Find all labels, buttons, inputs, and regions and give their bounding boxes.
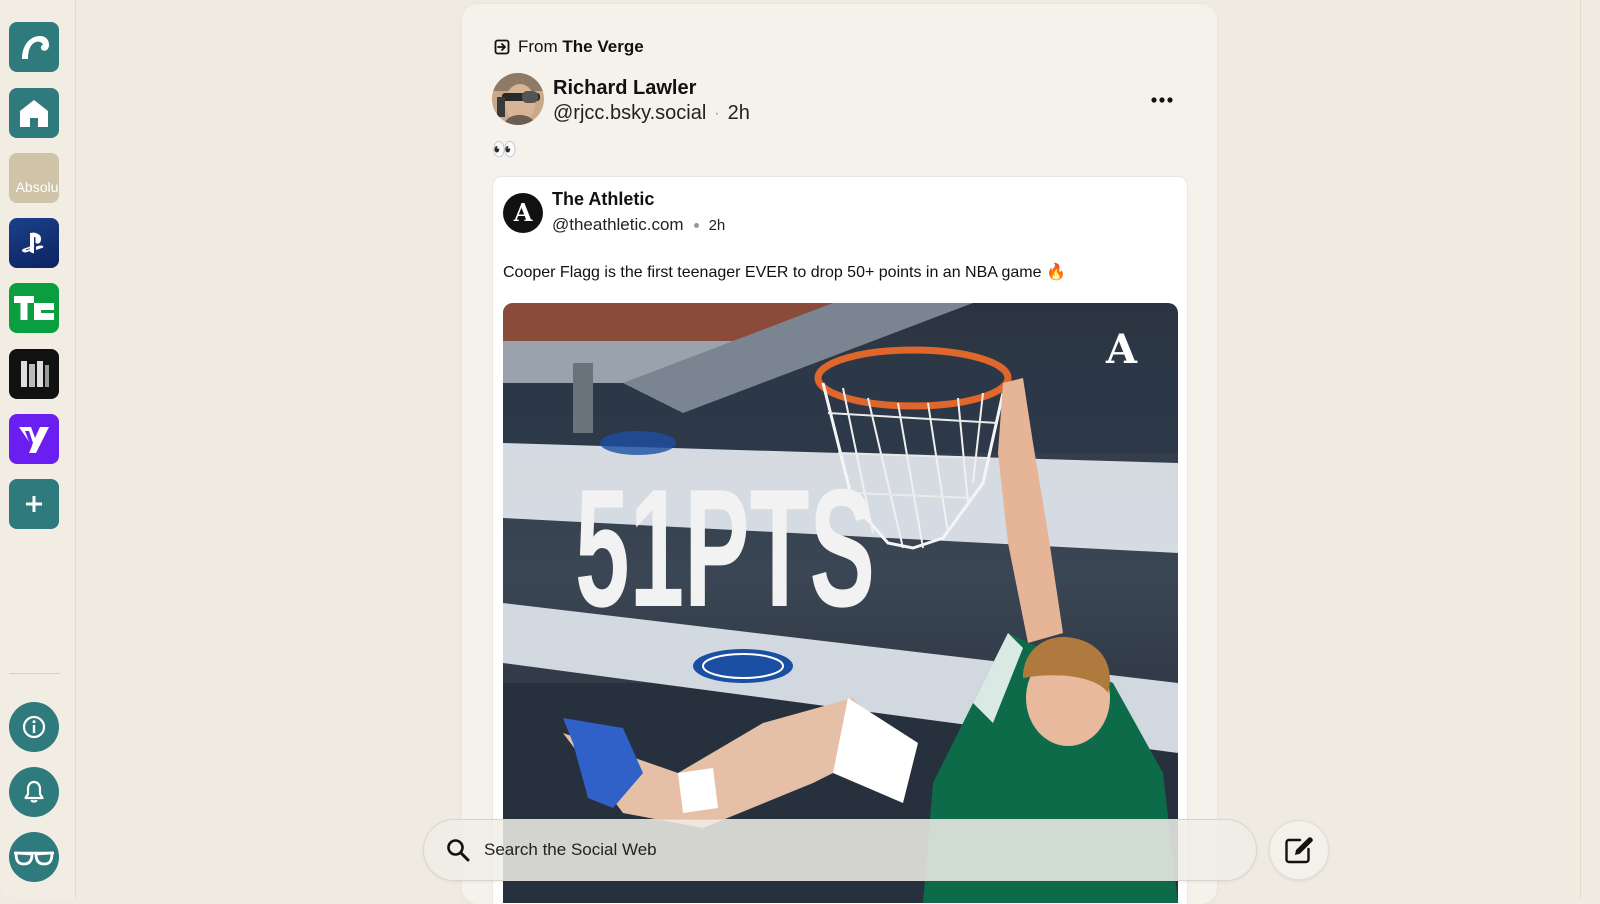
repost-attribution[interactable]: From The Verge — [494, 37, 644, 57]
repost-source-name: The Verge — [562, 37, 644, 56]
info-button[interactable] — [9, 702, 59, 752]
sidebar-app-techcrunch[interactable] — [9, 283, 59, 333]
sidebar-app-absolu[interactable]: Absolu — [9, 153, 59, 203]
more-options-button[interactable] — [1147, 88, 1177, 112]
athletic-watermark: A — [1105, 326, 1138, 373]
sidebar-divider — [9, 673, 60, 674]
repost-prefix: From — [518, 37, 558, 56]
meta-separator: · — [714, 104, 720, 122]
sidebar-app-w[interactable] — [9, 349, 59, 399]
author-avatar-image — [492, 73, 544, 125]
compose-button[interactable] — [1269, 820, 1329, 880]
window-edge — [1580, 0, 1600, 898]
wave-icon — [22, 36, 49, 59]
quote-meta-separator — [693, 222, 699, 228]
plus-icon — [26, 496, 42, 512]
quoted-post[interactable]: A The Athletic @theathletic.com 2h Coope… — [492, 176, 1188, 904]
quote-author-name[interactable]: The Athletic — [552, 189, 654, 210]
sidebar: Absolu — [0, 0, 76, 898]
sidebar-app-playstation[interactable] — [9, 218, 59, 268]
post-body-text: 👀 — [492, 139, 517, 161]
reader-mode-button[interactable] — [9, 832, 59, 882]
quote-post-text: Cooper Flagg is the first teenager EVER … — [503, 264, 1066, 281]
glasses-icon — [14, 851, 54, 866]
quote-author-avatar[interactable]: A — [503, 193, 543, 233]
playstation-icon — [21, 232, 44, 254]
repost-source-icon — [494, 39, 510, 55]
quote-author-meta: @theathletic.com 2h — [552, 215, 725, 235]
absolu-label: Absolu — [15, 179, 59, 195]
quote-author-handle[interactable]: @theathletic.com — [552, 215, 684, 235]
author-handle[interactable]: @rjcc.bsky.social — [553, 102, 706, 125]
sidebar-add-button[interactable] — [9, 479, 59, 529]
author-name[interactable]: Richard Lawler — [553, 77, 696, 100]
quote-post-time[interactable]: 2h — [709, 217, 726, 234]
more-dots-icon — [1151, 97, 1173, 103]
score-overlay-text: 51PTS — [575, 454, 875, 642]
sidebar-app-yahoo[interactable] — [9, 414, 59, 464]
techcrunch-logo-icon — [14, 296, 54, 320]
compose-icon — [1285, 837, 1313, 864]
home-icon — [20, 100, 48, 127]
post-time[interactable]: 2h — [728, 102, 750, 125]
sidebar-app-surf[interactable] — [9, 22, 59, 72]
basketball-dunk-photo: 51PTS A — [503, 303, 1178, 903]
social-search-bar[interactable]: Search the Social Web — [423, 819, 1257, 881]
search-input-placeholder: Search the Social Web — [484, 840, 657, 859]
sidebar-app-home[interactable] — [9, 88, 59, 138]
info-icon — [22, 715, 46, 739]
author-meta: @rjcc.bsky.social · 2h — [553, 102, 750, 125]
bell-icon — [24, 780, 44, 803]
yahoo-logo-icon — [19, 427, 49, 453]
search-icon — [447, 839, 470, 862]
w-logo-icon — [21, 361, 49, 387]
feed-post-card: From The Verge Richard Lawler @rjcc.bsky… — [462, 4, 1217, 904]
athletic-logo-letter: A — [513, 198, 533, 227]
author-avatar[interactable] — [492, 73, 544, 125]
quote-post-image[interactable]: 51PTS A — [503, 303, 1178, 903]
notifications-button[interactable] — [9, 767, 59, 817]
